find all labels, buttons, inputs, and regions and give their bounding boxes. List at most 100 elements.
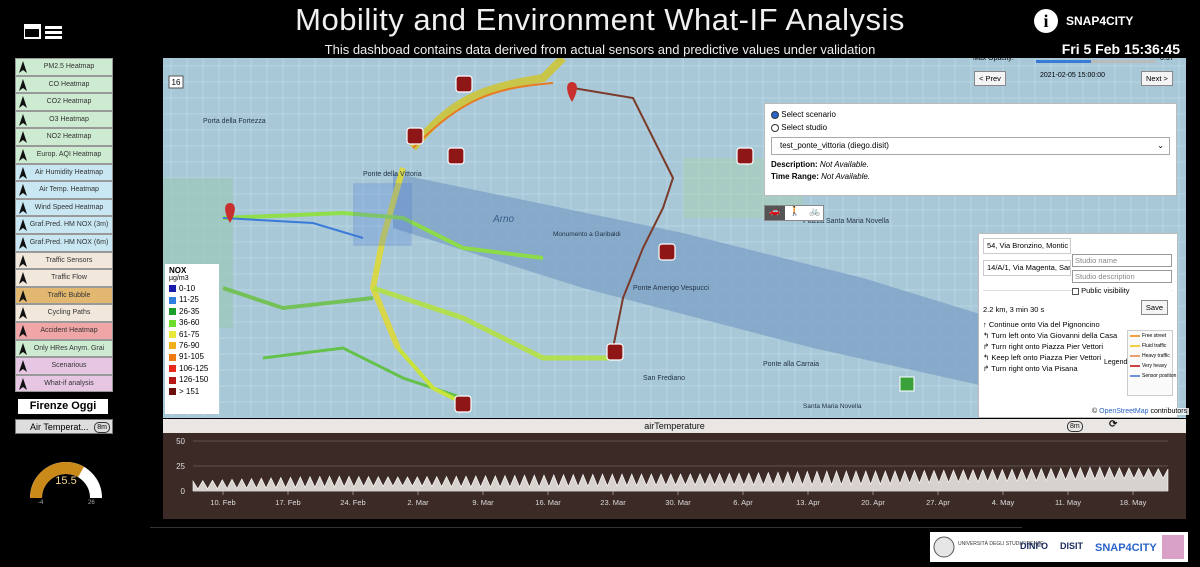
y-tick-label: 50 xyxy=(176,437,185,446)
map-label-carraia: Ponte alla Carraia xyxy=(763,361,819,368)
sidebar-item[interactable]: Wind Speed Heatmap xyxy=(15,198,113,217)
traffic-legend-item: Heavy traffic xyxy=(1128,351,1172,361)
traffic-legend-label: Very heavy xyxy=(1142,363,1167,369)
x-tick-label: 30. Mar xyxy=(665,498,691,507)
opacity-slider[interactable] xyxy=(1036,60,1156,63)
route-to-input[interactable]: 14/A/1, Via Magenta, San xyxy=(983,260,1071,276)
sidebar-item[interactable]: What-if analysis xyxy=(15,374,113,393)
air-temperature-badge: 8m xyxy=(94,422,110,433)
legend-swatch xyxy=(169,387,176,395)
select-scenario-label: Select scenario xyxy=(781,110,836,119)
public-visibility-checkbox[interactable] xyxy=(1072,287,1079,295)
route-step-text: Turn right onto Piazza Pier Vettori xyxy=(991,342,1104,351)
legend-swatch xyxy=(169,376,176,384)
legend-label: 76-90 xyxy=(179,340,200,350)
air-temperature-chart: 0 25 50 10. Feb 17. Feb 24. Feb 2. Mar 9. Mar 16… xyxy=(176,437,1169,507)
sidebar-item[interactable]: Graf.Pred. HM NOX (6m) xyxy=(15,233,113,252)
sidebar-item-label: CO Heatmap xyxy=(48,80,90,88)
navigation-arrow-icon xyxy=(19,184,27,197)
sidebar-item[interactable]: Traffic Flow xyxy=(15,269,113,287)
legend-label: 0-10 xyxy=(179,284,196,293)
route-panel: 54, Via Bronzino, Montic 14/A/1, Via Mag… xyxy=(978,233,1178,418)
nox-legend: NOX µg/m3 0-10 11-25 26-35 36-60 61-75 76-90 9… xyxy=(165,264,219,414)
legend-item: 61-75 xyxy=(169,329,215,340)
sidebar-item[interactable]: Air Temp. Heatmap xyxy=(15,181,113,199)
osm-link[interactable]: OpenStreetMap xyxy=(1099,408,1148,415)
city-label: Firenze Oggi xyxy=(18,399,108,414)
menu-button[interactable] xyxy=(23,22,68,42)
sidebar-item[interactable]: Air Humidity Heatmap xyxy=(15,163,113,182)
route-step-text: Turn right onto Via Pisana xyxy=(991,364,1078,373)
route-step[interactable]: ↰ Turn left onto Via Giovanni della Casa xyxy=(983,331,1128,340)
legend-label: Legend xyxy=(1104,359,1128,366)
walk-icon[interactable]: 🚶 xyxy=(785,206,805,220)
legend-item: 36-60 xyxy=(169,317,215,328)
traffic-legend-swatch xyxy=(1130,334,1140,337)
sidebar-item[interactable]: CO2 Heatmap xyxy=(15,93,113,111)
next-button[interactable]: Next > xyxy=(1141,71,1173,86)
scenario-select[interactable]: test_ponte_vittoria (diego.disit) ⌄ xyxy=(771,137,1170,155)
sensor-icon xyxy=(899,376,915,392)
select-scenario-row[interactable]: Select scenario xyxy=(771,110,1170,119)
route-step[interactable]: ↱ Turn right onto Piazza Pier Vettori xyxy=(983,342,1128,351)
info-icon[interactable]: i xyxy=(1034,9,1058,33)
traffic-legend-label: Sensor position xyxy=(1142,373,1177,379)
sidebar-item-label: Wind Speed Heatmap xyxy=(34,203,104,211)
travel-mode-bar: 🚗 🚶 🚲 xyxy=(764,205,824,221)
description-label: Description: xyxy=(771,160,818,169)
car-icon[interactable]: 🚗 xyxy=(765,206,785,220)
traffic-legend-label: Fluid traffic xyxy=(1142,343,1167,349)
footer-divider xyxy=(150,527,1022,528)
sidebar-item[interactable]: PM2.5 Heatmap xyxy=(15,58,113,76)
traffic-legend-item: Very heavy xyxy=(1128,361,1172,371)
x-tick-label: 18. May xyxy=(1120,498,1147,507)
gauge-min: -4 xyxy=(38,500,44,504)
logo-disit: DISIT xyxy=(1060,541,1084,551)
sidebar-item[interactable]: Traffic Bubble xyxy=(15,286,113,305)
sidebar-item[interactable]: O3 Heatmap xyxy=(15,110,113,129)
sidebar-item[interactable]: Traffic Sensors xyxy=(15,251,113,270)
turn-arrow-icon: ↰ xyxy=(983,331,992,340)
navigation-arrow-icon xyxy=(19,254,27,267)
sidebar-item[interactable]: Graf.Pred. HM NOX (3m) xyxy=(15,216,113,234)
air-temperature-tab[interactable]: Air Temperat... 8m xyxy=(15,419,113,434)
traffic-legend-swatch xyxy=(1130,364,1140,367)
map-label-garibaldi: Monumento a Garibaldi xyxy=(553,231,621,238)
route-from-input[interactable]: 54, Via Bronzino, Montic xyxy=(983,238,1071,254)
x-tick-label: 4. May xyxy=(992,498,1015,507)
studio-form: Studio name Studio description Public vi… xyxy=(1072,254,1172,320)
sidebar-item[interactable]: Accident Heatmap xyxy=(15,321,113,340)
traffic-legend: Free street Fluid traffic Heavy traffic Ver… xyxy=(1127,330,1177,396)
snap4city-logo-mark: SNAP4CITY xyxy=(1066,14,1133,28)
prev-button[interactable]: < Prev xyxy=(974,71,1006,86)
bike-icon[interactable]: 🚲 xyxy=(805,206,825,220)
route-step[interactable]: ↑ Continue onto Via del Pignoncino xyxy=(983,320,1128,329)
sidebar-item[interactable]: NO2 Heatmap xyxy=(15,128,113,146)
select-scenario-radio[interactable] xyxy=(771,110,779,119)
map-attribution: © OpenStreetMap contributors xyxy=(1090,408,1190,415)
temperature-gauge: 15.5 -4 26 xyxy=(30,458,102,506)
legend-unit: µg/m3 xyxy=(169,275,189,282)
sidebar-item[interactable]: CO Heatmap xyxy=(15,75,113,94)
legend-swatch xyxy=(169,342,176,350)
select-studio-radio[interactable] xyxy=(771,123,779,132)
sidebar-item[interactable]: Cycling Paths xyxy=(15,304,113,322)
logo-dinfo: DINFO xyxy=(1020,541,1048,551)
opacity-label: Max Opacity: xyxy=(973,55,1014,62)
x-tick-label: 10. Feb xyxy=(210,498,235,507)
legend-item: 106-125 xyxy=(169,363,215,374)
navigation-arrow-icon xyxy=(19,78,27,91)
legend-swatch xyxy=(169,319,176,327)
refresh-icon[interactable]: ⟳ xyxy=(1109,418,1117,432)
legend-label: 91-105 xyxy=(179,352,204,362)
sidebar-item[interactable]: Only HRes Anym. Grai xyxy=(15,339,113,358)
studio-description-input[interactable]: Studio description xyxy=(1072,270,1172,283)
navigation-arrow-icon xyxy=(19,236,27,249)
sidebar-item[interactable]: Scenarious xyxy=(15,357,113,375)
sidebar-item[interactable]: Europ. AQI Heatmap xyxy=(15,145,113,164)
scenario-panel: Select scenario Select studio test_ponte… xyxy=(764,103,1177,196)
sidebar-item-label: Graf.Pred. HM NOX (6m) xyxy=(29,238,109,246)
studio-name-input[interactable]: Studio name xyxy=(1072,254,1172,267)
select-studio-row[interactable]: Select studio xyxy=(771,123,1170,132)
save-button[interactable]: Save xyxy=(1140,300,1168,315)
